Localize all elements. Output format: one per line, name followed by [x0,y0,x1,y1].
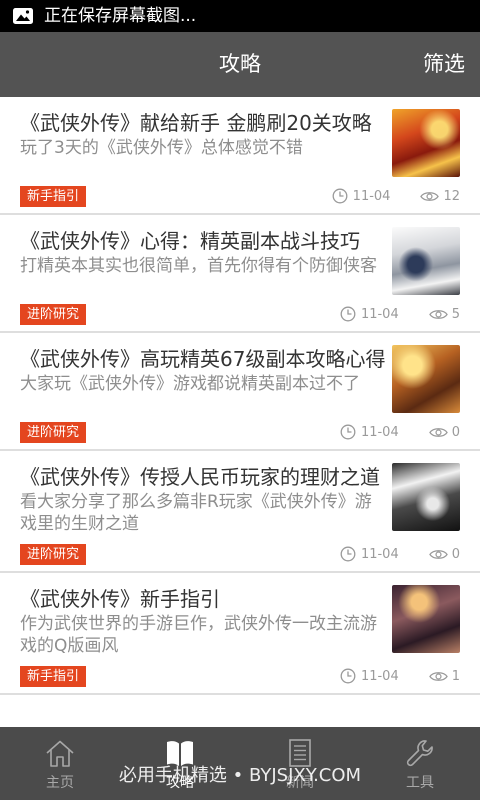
article-content: 《武侠外传》心得：精英副本战斗技巧 打精英本其实也很简单，首先你得有个防御侠客 [20,227,460,295]
article-content: 《武侠外传》传授人民币玩家的理财之道 看大家分享了那么多篇非R玩家《武侠外传》游… [20,463,460,535]
article-views-group: 0 [428,546,460,562]
bottom-tab-bar: 主页 攻略 新闻 工具 [0,727,480,800]
clock-icon [340,306,356,322]
page-title: 攻略 [219,52,261,76]
tab-label: 攻略 [166,775,194,791]
article-meta: 新手指引 11-04 12 [20,185,460,207]
article-summary: 打精英本其实也很简单，首先你得有个防御侠客 [20,256,377,276]
tab-tools[interactable]: 工具 [360,727,480,800]
article-meta: 进阶研究 11-04 5 [20,303,460,325]
article-title: 《武侠外传》传授人民币玩家的理财之道 [20,465,380,489]
home-icon [46,740,74,767]
article-date-group: 11-04 [332,188,391,204]
view-count: 0 [451,424,460,440]
app-screen: 正在保存屏幕截图... 攻略 筛选 《武侠外传》献给新手 金鹏刷20关攻略 玩了… [0,0,480,800]
clock-icon [340,546,356,562]
article-views-group: 1 [428,668,460,684]
article-thumbnail [392,345,460,413]
book-icon [167,741,193,766]
article-date-group: 11-04 [340,668,399,684]
article-date-group: 11-04 [340,306,399,322]
clock-icon [340,424,356,440]
article-item[interactable]: 《武侠外传》心得：精英副本战斗技巧 打精英本其实也很简单，首先你得有个防御侠客 … [0,215,480,333]
status-bar: 正在保存屏幕截图... [0,0,480,32]
eye-icon [428,427,448,437]
article-text: 《武侠外传》传授人民币玩家的理财之道 看大家分享了那么多篇非R玩家《武侠外传》游… [20,463,386,535]
category-tag: 新手指引 [20,185,87,207]
article-summary: 看大家分享了那么多篇非R玩家《武侠外传》游戏里的生财之道 [20,492,372,534]
category-tag: 进阶研究 [20,303,87,325]
eye-icon [428,549,448,559]
article-text: 《武侠外传》新手指引 作为武侠世界的手游巨作，武侠外传一改主流游戏的Q版画风 [20,585,386,657]
article-date-group: 11-04 [340,546,399,562]
article-title: 《武侠外传》心得：精英副本战斗技巧 [20,229,360,253]
tab-label: 主页 [46,775,74,791]
eye-icon [428,671,448,681]
filter-button[interactable]: 筛选 [423,32,465,97]
article-text: 《武侠外传》心得：精英副本战斗技巧 打精英本其实也很简单，首先你得有个防御侠客 [20,227,386,277]
article-item[interactable]: 《武侠外传》新手指引 作为武侠世界的手游巨作，武侠外传一改主流游戏的Q版画风 新… [0,573,480,695]
article-meta: 进阶研究 11-04 0 [20,543,460,565]
tab-label: 新闻 [286,775,314,791]
wrench-icon [406,740,433,767]
article-content: 《武侠外传》新手指引 作为武侠世界的手游巨作，武侠外传一改主流游戏的Q版画风 [20,585,460,657]
article-list[interactable]: 《武侠外传》献给新手 金鹏刷20关攻略 玩了3天的《武侠外传》总体感觉不错 新手… [0,97,480,727]
article-meta: 新手指引 11-04 1 [20,665,460,687]
category-tag: 进阶研究 [20,543,87,565]
article-title: 《武侠外传》高玩精英67级副本攻略心得 [20,347,386,371]
article-title: 《武侠外传》献给新手 金鹏刷20关攻略 [20,111,372,135]
view-count: 12 [443,188,460,204]
article-title: 《武侠外传》新手指引 [20,587,220,611]
news-icon [289,739,311,767]
article-views-group: 5 [428,306,460,322]
view-count: 5 [451,306,460,322]
article-item[interactable]: 《武侠外传》高玩精英67级副本攻略心得 大家玩《武侠外传》游戏都说精英副本过不了… [0,333,480,451]
eye-icon [420,191,440,201]
article-meta: 进阶研究 11-04 0 [20,421,460,443]
tab-guides[interactable]: 攻略 [120,727,240,800]
status-notification-text: 正在保存屏幕截图... [44,6,197,26]
article-thumbnail [392,109,460,177]
article-date: 11-04 [360,668,399,684]
article-views-group: 0 [428,424,460,440]
article-thumbnail [392,227,460,295]
article-date-group: 11-04 [340,424,399,440]
article-summary: 大家玩《武侠外传》游戏都说精英副本过不了 [20,374,360,394]
clock-icon [340,668,356,684]
image-icon [13,8,33,24]
clock-icon [332,188,348,204]
article-date: 11-04 [360,306,399,322]
category-tag: 进阶研究 [20,421,87,443]
article-content: 《武侠外传》高玩精英67级副本攻略心得 大家玩《武侠外传》游戏都说精英副本过不了 [20,345,460,413]
article-item[interactable]: 《武侠外传》献给新手 金鹏刷20关攻略 玩了3天的《武侠外传》总体感觉不错 新手… [0,97,480,215]
article-date: 11-04 [352,188,391,204]
view-count: 0 [451,546,460,562]
view-count: 1 [451,668,460,684]
article-content: 《武侠外传》献给新手 金鹏刷20关攻略 玩了3天的《武侠外传》总体感觉不错 [20,109,460,177]
eye-icon [428,309,448,319]
article-text: 《武侠外传》献给新手 金鹏刷20关攻略 玩了3天的《武侠外传》总体感觉不错 [20,109,386,159]
article-date: 11-04 [360,546,399,562]
tab-label: 工具 [406,775,434,791]
article-item[interactable]: 《武侠外传》传授人民币玩家的理财之道 看大家分享了那么多篇非R玩家《武侠外传》游… [0,451,480,573]
article-summary: 作为武侠世界的手游巨作，武侠外传一改主流游戏的Q版画风 [20,614,377,656]
tab-news[interactable]: 新闻 [240,727,360,800]
article-thumbnail [392,585,460,653]
article-date: 11-04 [360,424,399,440]
article-summary: 玩了3天的《武侠外传》总体感觉不错 [20,138,303,158]
tab-home[interactable]: 主页 [0,727,120,800]
category-tag: 新手指引 [20,665,87,687]
article-text: 《武侠外传》高玩精英67级副本攻略心得 大家玩《武侠外传》游戏都说精英副本过不了 [20,345,386,395]
app-header: 攻略 筛选 [0,32,480,97]
article-views-group: 12 [420,189,460,204]
article-thumbnail [392,463,460,531]
